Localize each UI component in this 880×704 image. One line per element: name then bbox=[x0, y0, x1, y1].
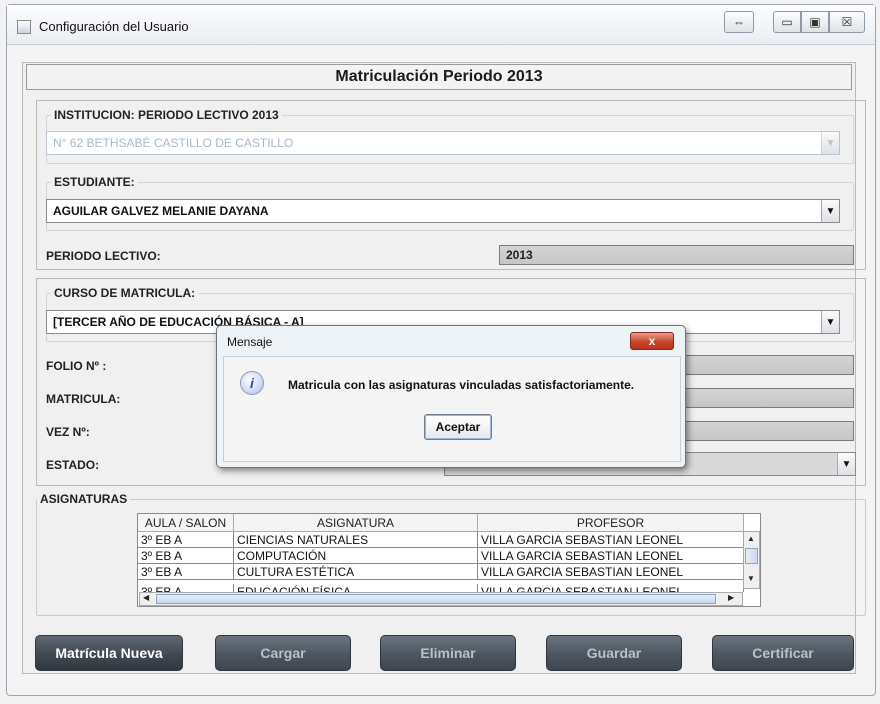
column-header-asignatura[interactable]: ASIGNATURA bbox=[234, 514, 478, 532]
scroll-down-icon[interactable]: ▼ bbox=[747, 574, 755, 583]
estudiante-legend: ESTUDIANTE: bbox=[54, 175, 135, 189]
folio-field bbox=[670, 355, 854, 375]
estudiante-select[interactable]: AGUILAR GALVEZ MELANIE DAYANA ▼ bbox=[46, 199, 840, 223]
chevron-down-icon[interactable]: ▼ bbox=[821, 200, 839, 222]
table-vertical-scrollbar[interactable]: ▲ ▼ bbox=[743, 531, 760, 589]
maximize-button[interactable]: ▣ bbox=[801, 11, 829, 33]
dialog-body: i Matricula con las asignaturas vinculad… bbox=[223, 356, 681, 462]
vez-label: VEZ Nº: bbox=[46, 425, 90, 439]
table-row[interactable]: 3º EB A CIENCIAS NATURALES VILLA GARCIA … bbox=[138, 532, 744, 548]
app-icon bbox=[17, 20, 31, 34]
cell-profesor: VILLA GARCIA SEBASTIAN LEONEL bbox=[478, 532, 744, 548]
matricula-label: MATRICULA: bbox=[46, 392, 121, 406]
page-title: Matriculación Periodo 2013 bbox=[26, 64, 852, 90]
chevron-down-icon[interactable]: ▼ bbox=[821, 311, 839, 333]
cell-profesor: VILLA GARCIA SEBASTIAN LEONEL bbox=[478, 564, 744, 580]
table-row[interactable]: 3º EB A COMPUTACIÓN VILLA GARCIA SEBASTI… bbox=[138, 548, 744, 564]
guardar-button[interactable]: Guardar bbox=[546, 635, 682, 671]
chevron-down-icon[interactable]: ▼ bbox=[837, 453, 855, 475]
vez-field bbox=[670, 421, 854, 441]
chevron-down-icon[interactable]: ▼ bbox=[821, 132, 839, 154]
minimize-button[interactable]: ▭ bbox=[773, 11, 801, 33]
window-title: Configuración del Usuario bbox=[39, 19, 189, 34]
estado-label: ESTADO: bbox=[46, 458, 100, 472]
cell-aula: 3º EB A bbox=[138, 564, 234, 580]
eliminar-button[interactable]: Eliminar bbox=[380, 635, 516, 671]
column-header-profesor[interactable]: PROFESOR bbox=[478, 514, 744, 532]
table-row[interactable]: 3º EB A CULTURA ESTÉTICA VILLA GARCIA SE… bbox=[138, 564, 744, 580]
dialog-message: Matricula con las asignaturas vinculadas… bbox=[288, 378, 635, 392]
cell-asignatura: EDUCACIÓN FÍSICA bbox=[234, 584, 478, 592]
periodo-field: 2013 bbox=[499, 245, 854, 265]
cargar-button[interactable]: Cargar bbox=[215, 635, 351, 671]
restore-arrows-icon[interactable]: ⇔ bbox=[724, 11, 754, 33]
periodo-label: PERIODO LECTIVO: bbox=[46, 249, 161, 263]
dialog-close-button[interactable]: x bbox=[630, 332, 674, 350]
dialog-title: Mensaje bbox=[227, 335, 273, 349]
certificar-button[interactable]: Certificar bbox=[712, 635, 854, 671]
matricula-nueva-button[interactable]: Matrícula Nueva bbox=[35, 635, 183, 671]
cell-asignatura: CIENCIAS NATURALES bbox=[234, 532, 478, 548]
message-dialog: Mensaje x i Matricula con las asignatura… bbox=[216, 325, 686, 468]
cell-profesor: VILLA GARCIA SEBASTIAN LEONEL bbox=[478, 584, 744, 592]
folio-label: FOLIO Nº : bbox=[46, 359, 107, 373]
scroll-right-icon[interactable]: ▶ bbox=[728, 593, 734, 602]
asignaturas-legend: ASIGNATURAS bbox=[40, 492, 128, 506]
scroll-thumb[interactable] bbox=[745, 548, 758, 564]
institucion-select[interactable]: N° 62 BETHSABÉ CASTILLO DE CASTILLO ▼ bbox=[46, 131, 840, 155]
institucion-legend: INSTITUCION: PERIODO LECTIVO 2013 bbox=[54, 108, 279, 122]
scroll-left-icon[interactable]: ◀ bbox=[143, 593, 149, 602]
scroll-up-icon[interactable]: ▲ bbox=[747, 534, 755, 543]
cell-aula: 3º EB A bbox=[138, 548, 234, 564]
aceptar-button[interactable]: Aceptar bbox=[424, 414, 492, 440]
cell-asignatura: CULTURA ESTÉTICA bbox=[234, 564, 478, 580]
cell-asignatura: COMPUTACIÓN bbox=[234, 548, 478, 564]
column-header-aula[interactable]: AULA / SALON bbox=[138, 514, 234, 532]
matricula-field bbox=[670, 388, 854, 408]
scroll-thumb[interactable] bbox=[156, 594, 716, 604]
estudiante-value: AGUILAR GALVEZ MELANIE DAYANA bbox=[53, 204, 269, 218]
table-row[interactable]: 3º EB A EDUCACIÓN FÍSICA VILLA GARCIA SE… bbox=[138, 580, 744, 592]
institucion-value: N° 62 BETHSABÉ CASTILLO DE CASTILLO bbox=[53, 136, 294, 150]
table-horizontal-scrollbar[interactable]: ◀ ▶ bbox=[139, 592, 743, 606]
info-icon: i bbox=[240, 371, 264, 395]
title-bar: Configuración del Usuario ⇔ ▭ ▣ ☒ bbox=[7, 5, 875, 45]
cell-profesor: VILLA GARCIA SEBASTIAN LEONEL bbox=[478, 548, 744, 564]
close-window-button[interactable]: ☒ bbox=[829, 11, 865, 33]
cell-aula: 3º EB A bbox=[138, 532, 234, 548]
curso-legend: CURSO DE MATRICULA: bbox=[54, 286, 196, 300]
cell-aula: 3º EB A bbox=[138, 584, 234, 592]
